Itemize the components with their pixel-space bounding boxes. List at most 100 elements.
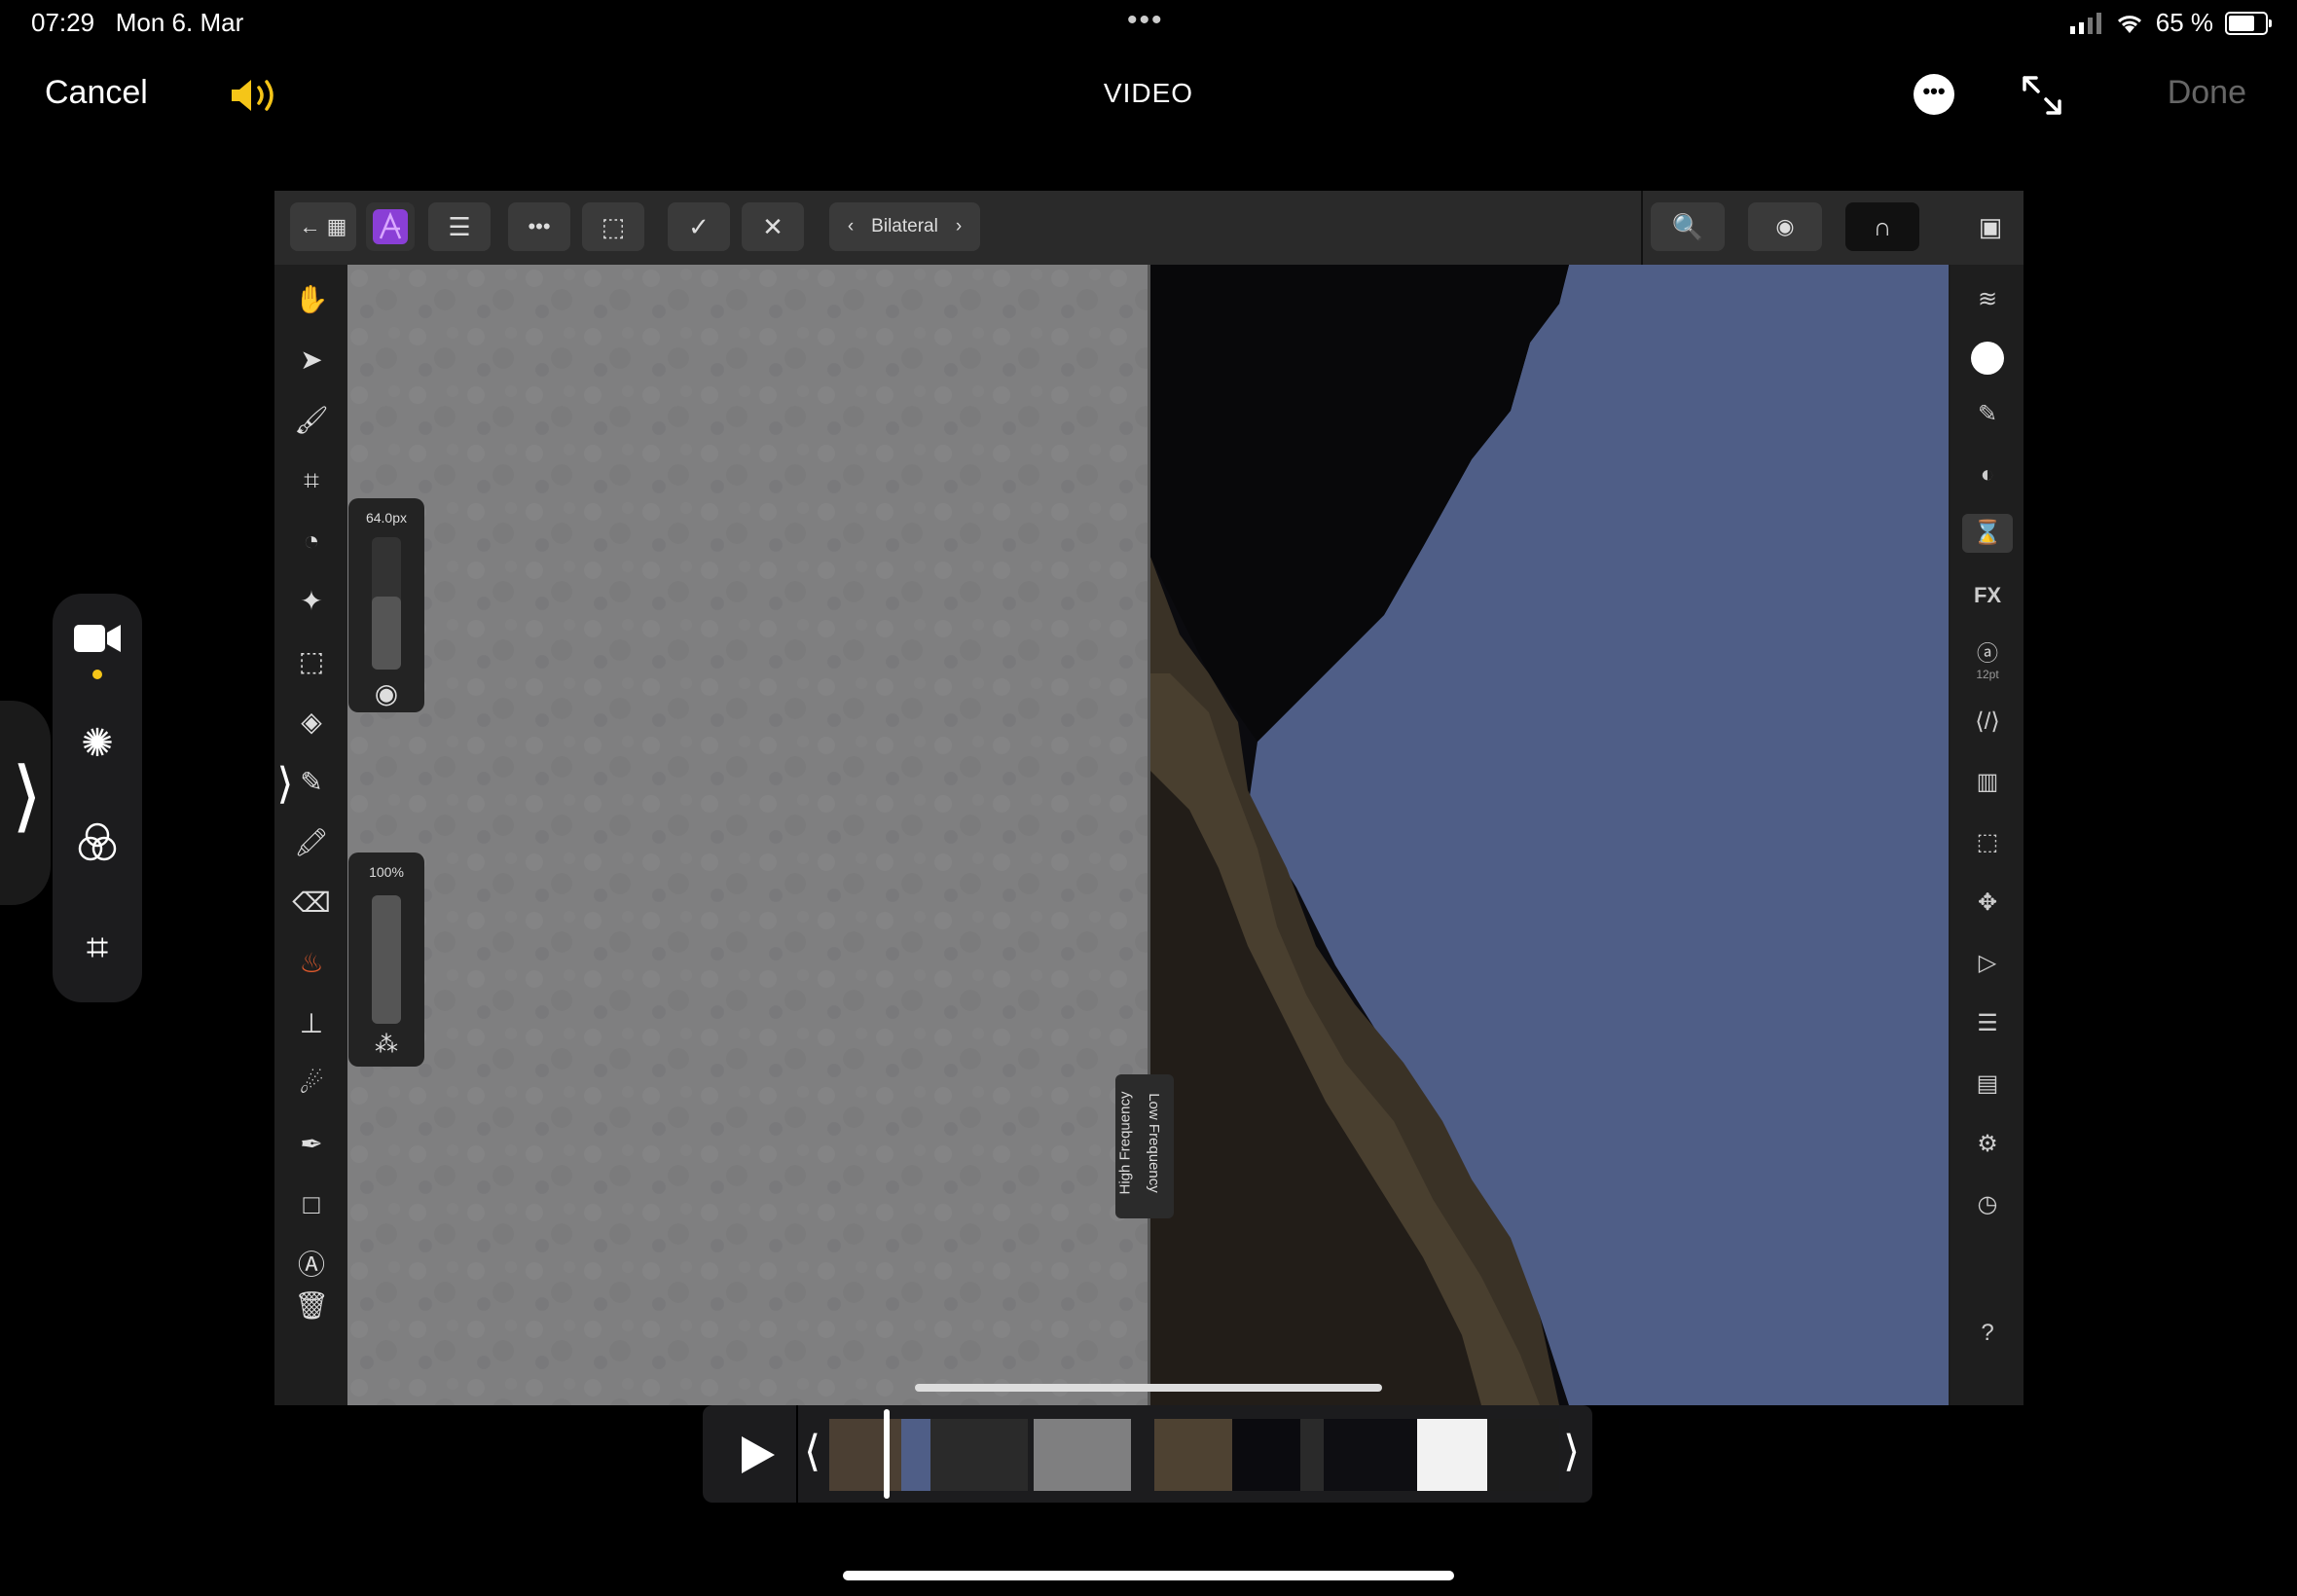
chevron-right-icon[interactable]: ⟩ bbox=[274, 763, 296, 806]
selection-icon[interactable]: ⬚ bbox=[582, 202, 644, 251]
more-icon[interactable]: ••• bbox=[508, 202, 570, 251]
layers-icon[interactable]: ≋ bbox=[1968, 280, 2007, 319]
play-button[interactable] bbox=[732, 1431, 781, 1479]
opacity-fill bbox=[372, 895, 401, 1024]
marquee-tool-icon[interactable]: ⬚ bbox=[292, 642, 331, 681]
side-panel-toggle[interactable]: ⟩ bbox=[0, 701, 51, 905]
crop-tool-icon[interactable]: ⌗ bbox=[292, 461, 331, 500]
low-frequency-canvas[interactable] bbox=[1150, 265, 1949, 1405]
magic-wand-icon[interactable]: ✦ bbox=[292, 582, 331, 621]
high-frequency-canvas[interactable] bbox=[347, 265, 1148, 1405]
chevron-right-icon[interactable]: › bbox=[956, 216, 962, 237]
brushes-icon[interactable]: ✎ bbox=[1968, 395, 2007, 434]
selection-brush-icon[interactable]: ◔ bbox=[292, 522, 331, 561]
filter-name: Bilateral bbox=[871, 216, 938, 236]
transform-icon[interactable]: ⬚ bbox=[1968, 823, 2007, 862]
studio-panel: ≋ ✎ ◐ ⌛ FX ⓐ 12pt ⟨/⟩ ▥ ⬚ ✥ ▷ ☰ ▤ ⚙ ◷ ? bbox=[1951, 265, 2024, 1405]
paint-brush-icon[interactable]: 🖍 bbox=[292, 823, 331, 862]
timeline-frame bbox=[1232, 1419, 1300, 1491]
history-clock-icon[interactable]: ◷ bbox=[1968, 1185, 2007, 1224]
timeline-frame bbox=[829, 1419, 901, 1491]
video-camera-icon[interactable] bbox=[72, 619, 123, 658]
status-date: Mon 6. Mar bbox=[115, 8, 244, 37]
brush-tool-icon[interactable]: ✎ bbox=[292, 763, 331, 802]
chevron-right-icon[interactable]: ⟩ bbox=[12, 747, 42, 845]
high-frequency-texture bbox=[347, 265, 1148, 1405]
chevron-left-icon[interactable]: ‹ bbox=[848, 216, 854, 237]
tools-panel: ✋ ➤ 🖌 ⌗ ◔ ✦ ⬚ ◈ ✎ 🖍 ⌫ ♨ ⊥ ☄ ✒ □ Ⓐ 🗑 ⟩ bbox=[274, 265, 347, 1405]
move-tool-icon[interactable]: ➤ bbox=[292, 341, 331, 380]
cancel-x-button[interactable]: ✕ bbox=[742, 202, 804, 251]
styles-icon[interactable]: ☰ bbox=[1968, 1004, 2007, 1043]
hand-tool-icon[interactable]: ✋ bbox=[292, 280, 331, 319]
video-timeline[interactable]: ⟨ ⟩ bbox=[703, 1405, 1592, 1503]
fill-tool-icon[interactable]: ◈ bbox=[292, 703, 331, 742]
battery-percentage: 65 % bbox=[2155, 8, 2213, 37]
status-indicators: 65 % bbox=[2069, 8, 2272, 38]
done-button[interactable]: Done bbox=[2168, 74, 2246, 112]
view-eye-icon[interactable]: ◉ bbox=[1748, 202, 1822, 251]
filter-selector[interactable]: ‹ Bilateral › bbox=[829, 202, 980, 251]
fx-icon[interactable]: FX bbox=[1968, 576, 2007, 615]
crop-rotate-icon[interactable]: ⌗ bbox=[74, 925, 121, 971]
wifi-icon bbox=[2117, 15, 2141, 33]
expand-icon[interactable] bbox=[2019, 72, 2065, 119]
status-time-date: 07:29 Mon 6. Mar bbox=[31, 8, 243, 38]
pen-tool-icon[interactable]: ✒ bbox=[292, 1125, 331, 1164]
rock-and-sky-image bbox=[1150, 265, 1949, 1405]
timeline-frame bbox=[1417, 1419, 1487, 1491]
document-settings-icon[interactable]: ⚙ bbox=[1968, 1125, 2007, 1164]
persona-icon[interactable] bbox=[366, 202, 415, 251]
code-icon[interactable]: ⟨/⟩ bbox=[1968, 703, 2007, 742]
menu-icon[interactable]: ☰ bbox=[428, 202, 491, 251]
back-to-gallery-button[interactable]: ← ▦ bbox=[290, 202, 356, 251]
timeline-frame bbox=[1487, 1419, 1559, 1491]
clone-stamp-icon[interactable]: ⊥ bbox=[292, 1004, 331, 1043]
navigator-icon[interactable]: ✥ bbox=[1968, 884, 2007, 923]
trim-end-handle[interactable]: ⟩ bbox=[1563, 1427, 1580, 1476]
more-options-button[interactable]: ••• bbox=[1914, 74, 1954, 115]
home-indicator[interactable] bbox=[843, 1571, 1454, 1580]
trash-icon[interactable]: 🗑 bbox=[292, 1287, 331, 1325]
timeline-frame bbox=[901, 1419, 930, 1491]
zoom-icon[interactable]: 🔍 bbox=[1651, 202, 1725, 251]
high-frequency-label: High Frequency bbox=[1116, 1091, 1134, 1195]
brush-grid-icon[interactable]: ⁂ bbox=[368, 1028, 405, 1063]
filters-circles-icon[interactable] bbox=[74, 819, 121, 866]
opacity-slider[interactable]: 100% ⁂ bbox=[348, 852, 424, 1067]
video-scrubber[interactable] bbox=[915, 1384, 1382, 1392]
opacity-value: 100% bbox=[369, 864, 404, 880]
playhead[interactable] bbox=[884, 1409, 890, 1499]
help-icon[interactable]: ? bbox=[1968, 1314, 2007, 1353]
smudge-tool-icon[interactable]: ☄ bbox=[292, 1065, 331, 1104]
eraser-tool-icon[interactable]: ⌫ bbox=[292, 884, 331, 923]
multitask-dots-icon[interactable]: ••• bbox=[1127, 4, 1164, 37]
channels-icon[interactable]: ▥ bbox=[1968, 763, 2007, 802]
adjustments-icon[interactable]: ◐ bbox=[1968, 455, 2007, 494]
adjust-dial-icon[interactable]: ✺ bbox=[74, 720, 121, 767]
timeline-frame bbox=[1154, 1419, 1232, 1491]
history-hourglass-icon[interactable]: ⌛ bbox=[1962, 514, 2013, 553]
text-tool-icon[interactable]: Ⓐ bbox=[292, 1246, 331, 1285]
brush-size-value: 64.0px bbox=[365, 510, 408, 526]
rectangle-tool-icon[interactable]: □ bbox=[292, 1185, 331, 1224]
brush-options-icon[interactable]: ◉ bbox=[370, 677, 403, 710]
color-picker-icon[interactable]: 🖌 bbox=[292, 401, 331, 440]
affinity-photo-window: ← ▦ ☰ ••• ⬚ ✓ ✕ ‹ Bilateral › 🔍 ◉ ∩ ▣ ✋ … bbox=[274, 191, 2024, 1405]
status-time: 07:29 bbox=[31, 8, 95, 37]
low-frequency-label: Low Frequency bbox=[1145, 1093, 1162, 1193]
histogram-icon[interactable]: ▤ bbox=[1968, 1065, 2007, 1104]
brush-size-fill bbox=[372, 597, 401, 670]
brush-size-slider[interactable]: 64.0px ◉ bbox=[348, 498, 424, 712]
cellular-signal-icon bbox=[2069, 12, 2101, 34]
snapping-magnet-icon[interactable]: ∩ bbox=[1845, 202, 1919, 251]
split-label-tab[interactable]: High Frequency Low Frequency bbox=[1115, 1074, 1174, 1218]
edit-mode-panel: ✺ ⌗ bbox=[53, 594, 142, 1002]
apply-check-button[interactable]: ✓ bbox=[668, 202, 730, 251]
battery-icon bbox=[2225, 11, 2272, 35]
trim-start-handle[interactable]: ⟨ bbox=[804, 1427, 820, 1476]
play-icon[interactable]: ▷ bbox=[1968, 944, 2007, 983]
color-swatch-icon[interactable] bbox=[1971, 342, 2004, 375]
window-icon[interactable]: ▣ bbox=[1972, 202, 2009, 251]
burn-tool-icon[interactable]: ♨ bbox=[292, 944, 331, 983]
